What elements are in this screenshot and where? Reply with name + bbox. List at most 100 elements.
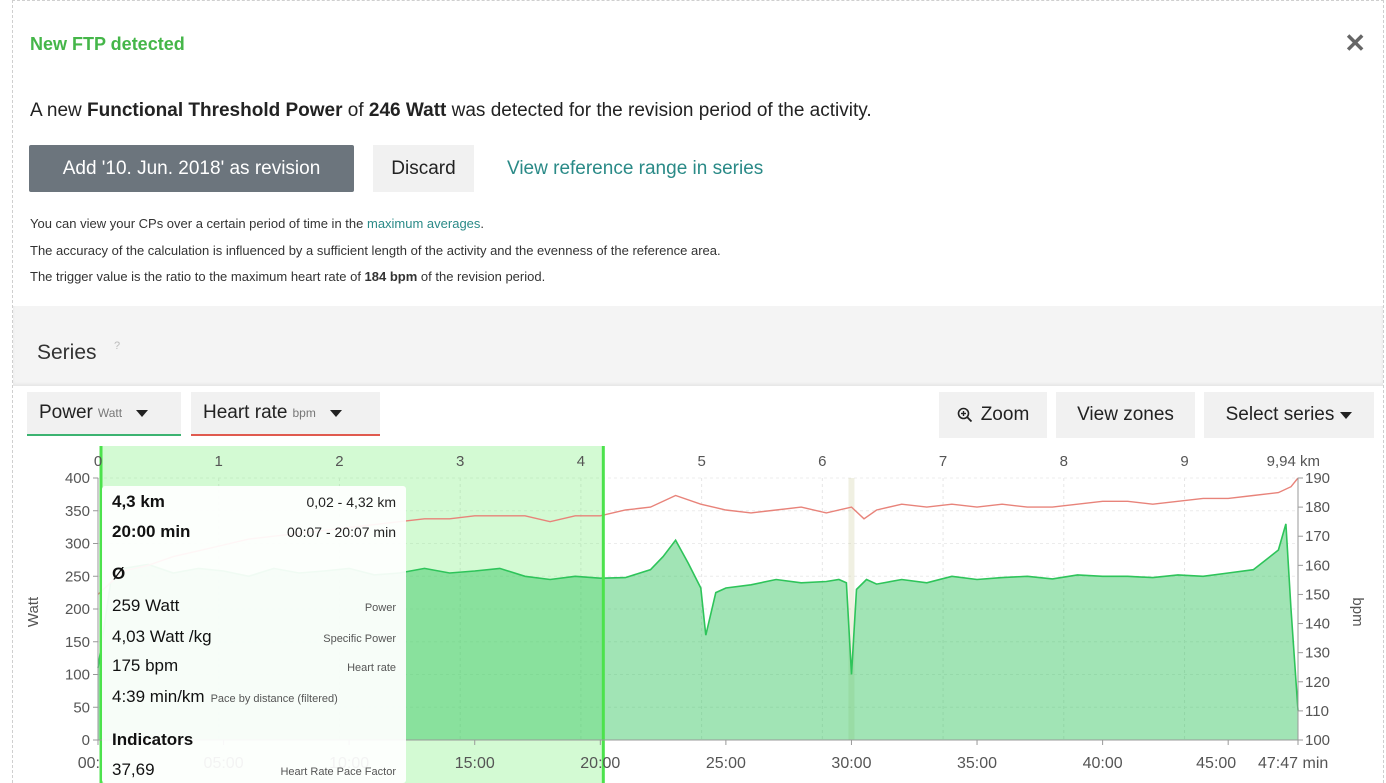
top-tick-label: 0 [94,453,102,470]
select-series-label: Select series [1225,404,1335,425]
tt-pace-value: 4:39 min/km [112,687,205,706]
zoom-in-icon [957,407,972,423]
top-tick-label: 3 [456,453,464,470]
ftp-message-term: Functional Threshold Power [87,100,343,121]
tt-specific-power-label: Specific Power [323,633,396,645]
bottom-tick-label: 25:00 [706,755,746,772]
ftp-message-suffix: was detected for the revision period of … [446,100,872,121]
heart-rate-series-dropdown[interactable]: Heart rate bpm [191,392,380,436]
left-tick-label: 50 [73,699,90,716]
top-tick-label: 8 [1060,453,1068,470]
bottom-tick-label: 00: [78,755,100,772]
left-tick-label: 100 [65,667,90,684]
right-tick-label: 180 [1305,499,1330,516]
tt-hr-label: Heart rate [347,662,396,674]
average-symbol: Ø [112,564,126,583]
zoom-label: Zoom [980,404,1030,425]
chevron-down-icon [329,409,342,417]
right-tick-label: 190 [1305,470,1330,487]
note1-suffix: . [480,216,485,231]
note3-suffix: of the revision period. [417,269,546,284]
selection-tooltip: 4,3 km 0,02 - 4,32 km 20:00 min 00:07 - … [102,486,406,783]
left-axis-title: Watt [25,596,42,627]
top-tick-label: 9 [1180,453,1188,470]
tt-distance-range: 0,02 - 4,32 km [306,494,397,510]
left-tick-label: 0 [82,732,90,749]
tt-power-value: 259 Watt [112,596,180,615]
tt-distance: 4,3 km [112,492,165,511]
left-tick-label: 350 [65,503,90,520]
tt-specific-power-value: 4,03 Watt /kg [112,627,212,646]
note3-prefix: The trigger value is the ratio to the ma… [30,269,365,284]
ftp-message-value: 246 Watt [368,100,447,121]
close-icon[interactable]: ✕ [1344,30,1366,56]
bottom-tick-label: 47:47 min [1258,755,1328,772]
left-tick-label: 300 [65,536,90,553]
view-reference-range-link[interactable]: View reference range in series [507,158,763,180]
power-dropdown-label: Power [39,402,93,423]
right-tick-label: 170 [1305,528,1330,545]
series-title: Series [37,341,97,364]
chevron-down-icon [1340,411,1353,419]
select-series-button[interactable]: Select series [1204,392,1374,438]
bottom-tick-label: 35:00 [957,755,997,772]
tt-power-row: 259 Watt Power [112,596,396,616]
view-zones-button[interactable]: View zones [1056,392,1195,438]
right-tick-label: 140 [1305,616,1330,633]
ftp-message-of: of [342,100,369,121]
top-tick-label: 5 [697,453,705,470]
top-tick-label: 7 [939,453,947,470]
bottom-tick-label: 45:00 [1196,755,1236,772]
bottom-tick-label: 40:00 [1083,755,1123,772]
bottom-tick-label: 15:00 [455,755,495,772]
right-axis-title: bpm [1349,597,1366,626]
top-tick-label: 2 [335,453,343,470]
hr-dropdown-label: Heart rate [203,402,288,423]
note-trigger: The trigger value is the ratio to the ma… [30,269,545,284]
tt-duration: 20:00 min [112,522,191,541]
tt-indicators-heading: Indicators [112,730,194,749]
right-tick-label: 160 [1305,557,1330,574]
top-tick-label: 1 [215,453,223,470]
ftp-message-prefix: A new [30,100,88,121]
left-tick-label: 150 [65,634,90,651]
power-series-dropdown[interactable]: Power Watt [27,392,181,436]
left-tick-label: 200 [65,601,90,618]
left-tick-label: 250 [65,568,90,585]
right-tick-label: 110 [1305,703,1329,720]
right-tick-label: 100 [1305,732,1330,749]
tt-duration-row: 20:00 min 00:07 - 20:07 min [112,522,396,542]
note3-value: 184 bpm [364,269,418,284]
tt-pace-row: 4:39 min/km Pace by distance (filtered) [112,687,396,707]
tt-hr-pace-factor-value: 37,69 [112,760,155,779]
tt-hr-pace-factor-row: 37,69 Heart Rate Pace Factor [112,760,396,780]
series-help-icon[interactable]: ? [114,340,120,352]
ftp-title: New FTP detected [30,34,185,54]
hr-dropdown-unit: bpm [292,406,316,420]
tt-duration-range: 00:07 - 20:07 min [287,524,396,540]
tt-distance-row: 4,3 km 0,02 - 4,32 km [112,492,396,512]
note-accuracy: The accuracy of the calculation is influ… [30,243,721,258]
tt-avg-row: Ø [112,564,396,584]
series-header-panel [13,306,1383,386]
tt-pace-label: Pace by distance (filtered) [210,693,338,705]
bottom-tick-label: 30:00 [831,755,871,772]
power-dropdown-unit: Watt [97,406,123,420]
add-revision-button[interactable]: Add '10. Jun. 2018' as revision [29,145,354,192]
top-tick-label: 4 [577,453,585,470]
tt-specific-power-row: 4,03 Watt /kg Specific Power [112,627,396,647]
ftp-message: A new Functional Threshold Power of 246 … [30,100,872,122]
maximum-averages-link[interactable]: maximum averages [367,216,480,231]
right-tick-label: 130 [1305,645,1330,662]
bottom-tick-label: 20:00 [580,755,620,772]
tt-power-label: Power [364,602,396,614]
discard-button[interactable]: Discard [373,145,474,192]
tt-hr-row: 175 bpm Heart rate [112,656,396,676]
tt-hr-pace-factor-label: Heart Rate Pace Factor [280,766,396,778]
top-tick-label: 6 [818,453,826,470]
tt-hr-value: 175 bpm [112,656,179,675]
note1-prefix: You can view your CPs over a certain per… [30,216,367,231]
right-tick-label: 150 [1305,586,1330,603]
zoom-button[interactable]: Zoom [939,392,1047,438]
tt-indicators-row: Indicators [112,730,396,750]
